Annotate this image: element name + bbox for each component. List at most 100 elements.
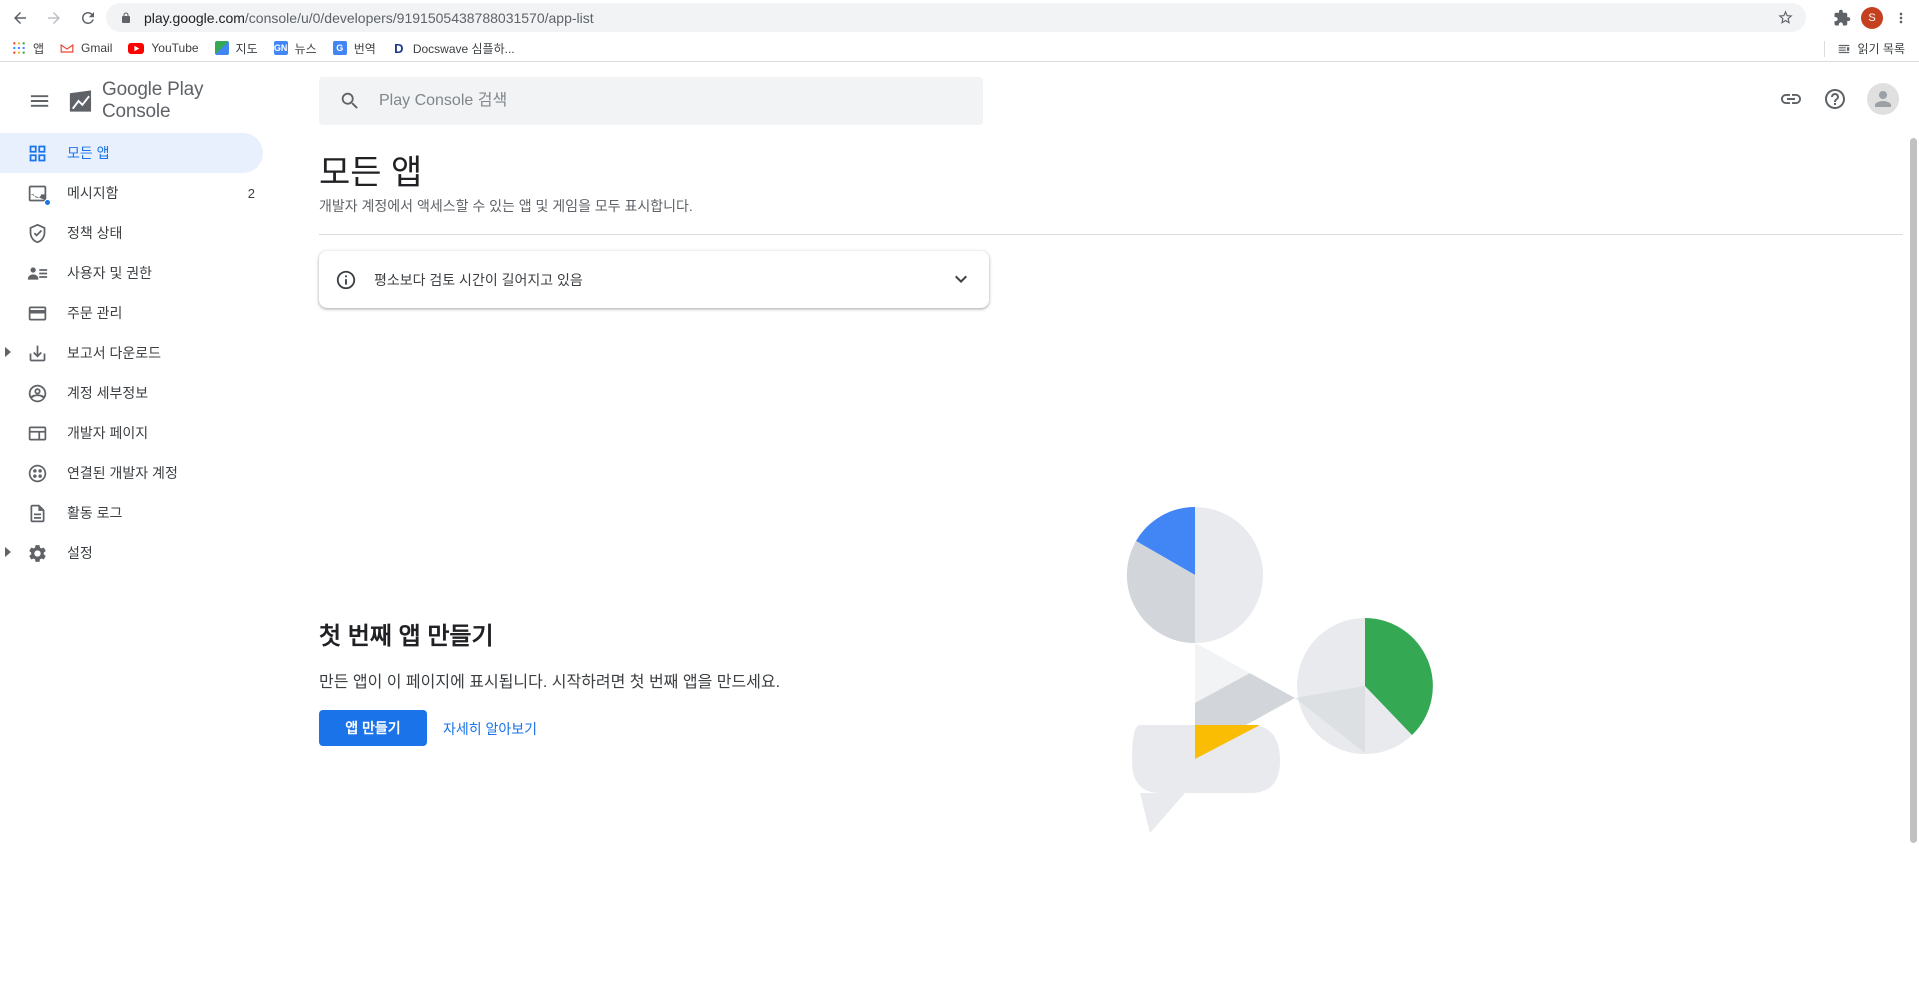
person-icon [1875, 91, 1891, 107]
unread-count-badge: 2 [247, 185, 255, 201]
page-title: 모든 앱 [319, 154, 423, 192]
back-button[interactable] [6, 4, 34, 32]
play-console-app: Google Play Console 모든 앱 메시지함 2 정책 상태 사용… [0, 63, 1919, 1002]
address-bar[interactable]: play.google.com/console/u/0/developers/9… [106, 3, 1806, 32]
linked-accounts-icon [28, 464, 47, 483]
gmail-icon [60, 41, 74, 55]
arrow-right-icon [48, 11, 60, 24]
bookmark-label: 지도 [235, 41, 258, 56]
page-scrollbar[interactable] [1910, 138, 1917, 843]
bookmark-youtube[interactable]: YouTube [128, 41, 199, 55]
sidebar-item-label: 메시지함 [67, 185, 119, 201]
bookmark-label: 앱 [33, 41, 45, 56]
apps-grid-icon [12, 41, 26, 55]
sidebar-item-developer-page[interactable]: 개발자 페이지 [0, 413, 270, 453]
play-console-logo-icon[interactable] [67, 87, 94, 115]
brand-play: Play [167, 78, 204, 100]
sidebar: Google Play Console 모든 앱 메시지함 2 정책 상태 사용… [0, 63, 270, 1002]
translate-icon: G [332, 41, 347, 55]
expand-arrow-icon[interactable] [5, 347, 11, 357]
page-subtitle: 개발자 계정에서 액세스할 수 있는 앱 및 게임을 모두 표시합니다. [319, 198, 693, 214]
grid-icon [29, 145, 46, 162]
account-avatar[interactable] [1867, 83, 1899, 115]
sidebar-item-label: 정책 상태 [67, 225, 123, 241]
reading-list-label: 읽기 목록 [1857, 42, 1906, 56]
bookmark-apps[interactable]: 앱 [12, 40, 44, 57]
menu-icon[interactable] [28, 89, 51, 113]
learn-more-link[interactable]: 자세히 알아보기 [443, 719, 537, 739]
sidebar-item-users-permissions[interactable]: 사용자 및 권한 [0, 253, 270, 293]
reload-icon [82, 11, 94, 24]
gear-icon [29, 545, 46, 562]
arrow-left-icon [14, 11, 26, 24]
bookmark-news[interactable]: GN 뉴스 [273, 40, 317, 57]
sidebar-item-all-apps[interactable]: 모든 앱 [0, 133, 263, 173]
search-input[interactable] [379, 92, 939, 110]
sidebar-item-label: 주문 관리 [67, 305, 123, 321]
empty-state-illustration [1126, 506, 1433, 833]
news-icon: GN [273, 41, 288, 55]
url-path: /console/u/0/developers/9191505438788031… [244, 9, 594, 26]
bookmark-maps[interactable]: 지도 [214, 40, 258, 57]
url-host: play.google.com [144, 9, 245, 26]
download-icon [29, 345, 46, 362]
brand-title[interactable]: Google Play Console [102, 79, 270, 123]
document-icon [30, 504, 45, 523]
separator [1823, 40, 1825, 57]
sidebar-item-policy-status[interactable]: 정책 상태 [0, 213, 270, 253]
sidebar-nav: 모든 앱 메시지함 2 정책 상태 사용자 및 권한 주문 관리 보고서 다운로… [0, 133, 270, 573]
unread-dot [44, 199, 51, 206]
expand-arrow-icon[interactable] [5, 547, 11, 557]
info-icon [336, 270, 356, 289]
sidebar-item-label: 보고서 다운로드 [67, 345, 162, 361]
brand-console: Console [102, 100, 171, 122]
bookmark-label: 번역 [353, 41, 376, 56]
users-icon [27, 267, 48, 280]
create-app-button[interactable]: 앱 만들기 [319, 710, 427, 746]
sidebar-item-download-reports[interactable]: 보고서 다운로드 [0, 333, 270, 373]
header-actions [1779, 83, 1899, 115]
brand-google: Google [102, 78, 163, 100]
bookmark-label: Gmail [81, 41, 113, 55]
help-icon[interactable] [1823, 87, 1847, 111]
reading-list-button[interactable]: 읽기 목록 [1823, 40, 1906, 57]
link-icon[interactable] [1779, 87, 1803, 111]
bookmarks-bar: 앱 Gmail YouTube 지도 GN 뉴스 G 번역 D Docswave… [0, 35, 1919, 62]
empty-state-description: 만든 앱이 이 페이지에 표시됩니다. 시작하려면 첫 번째 앱을 만드세요. [319, 674, 781, 691]
web-page-icon [28, 426, 47, 441]
bookmark-label: 뉴스 [294, 41, 317, 56]
maps-icon [214, 41, 229, 55]
bookmark-docswave[interactable]: D Docswave 심플하... [392, 40, 515, 57]
bookmark-gmail[interactable]: Gmail [60, 41, 112, 55]
sidebar-item-label: 연결된 개발자 계정 [67, 465, 178, 481]
sidebar-item-inbox[interactable]: 메시지함 2 [0, 173, 270, 213]
sidebar-item-label: 계정 세부정보 [67, 385, 149, 401]
credit-card-icon [28, 306, 47, 321]
sidebar-item-settings[interactable]: 설정 [0, 533, 270, 573]
review-time-notice[interactable]: 평소보다 검토 시간이 길어지고 있음 [319, 251, 989, 308]
sidebar-item-linked-developer-accounts[interactable]: 연결된 개발자 계정 [0, 453, 270, 493]
reload-button[interactable] [74, 4, 102, 32]
bookmark-translate[interactable]: G 번역 [332, 40, 376, 57]
browser-toolbar: play.google.com/console/u/0/developers/9… [0, 0, 1919, 35]
shield-check-icon [29, 223, 46, 244]
sidebar-item-order-management[interactable]: 주문 관리 [0, 293, 270, 333]
docswave-icon: D [394, 40, 404, 56]
chevron-down-icon[interactable] [949, 267, 973, 291]
search-icon [341, 92, 358, 109]
browser-profile-avatar[interactable]: S [1861, 6, 1883, 29]
brand-header: Google Play Console [0, 63, 270, 138]
bookmark-star-icon[interactable] [1777, 9, 1794, 26]
more-vert-icon[interactable] [1893, 10, 1909, 26]
divider [319, 234, 1903, 235]
youtube-icon [128, 42, 145, 54]
console-search-bar[interactable] [319, 77, 983, 125]
sidebar-item-activity-log[interactable]: 활동 로그 [0, 493, 270, 533]
sidebar-item-account-details[interactable]: 계정 세부정보 [0, 373, 270, 413]
extensions-puzzle-icon[interactable] [1833, 9, 1851, 27]
bookmark-label: YouTube [151, 41, 199, 55]
sidebar-item-label: 사용자 및 권한 [67, 265, 153, 281]
reading-list-icon [1838, 44, 1849, 53]
forward-button[interactable] [40, 4, 68, 32]
lock-icon [122, 12, 130, 23]
